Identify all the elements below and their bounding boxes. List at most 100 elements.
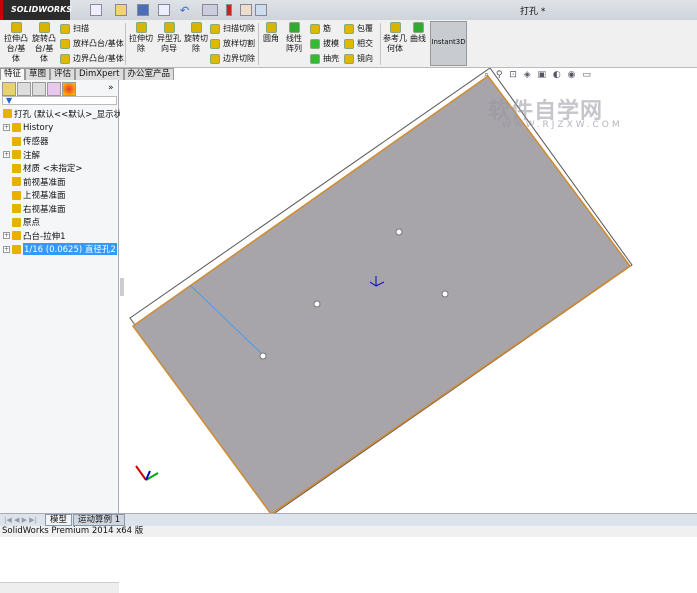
tree-item[interactable]: + 凸台-拉伸1 [3, 229, 65, 242]
property-manager-tab-icon[interactable] [17, 82, 31, 96]
window-title: 打孔 * [520, 7, 546, 17]
status-bar: SolidWorks Premium 2014 x64 版 [0, 526, 697, 537]
tree-item[interactable]: 右视基准面 [3, 202, 66, 215]
hole-wizard-button[interactable]: 异型孔向导 [156, 22, 182, 54]
undo-icon[interactable]: ↶ [180, 4, 192, 17]
heads-up-view-toolbar[interactable]: ⌕ ⚲ ⊡ ◈ ▣ ◐ ◉ ▭ [484, 70, 593, 80]
tree-item[interactable]: + 注解 [3, 148, 40, 161]
feature-icon [12, 190, 21, 200]
tree-item[interactable]: +1/16 (0.0625) 直径孔2 [3, 243, 117, 256]
wrap-button[interactable]: 包覆 [344, 23, 373, 34]
instant3d-button[interactable]: Instant3D [430, 21, 467, 66]
draft-button[interactable]: 拔模 [310, 38, 339, 49]
tab-evaluate[interactable]: 评估 [50, 68, 76, 80]
print-icon[interactable] [158, 4, 170, 16]
save-icon[interactable] [137, 4, 149, 16]
extrude-boss-button[interactable]: 拉伸凸台/基体 [3, 22, 29, 64]
triad-axes-icon [135, 465, 159, 481]
revolve-boss-button[interactable]: 旋转凸台/基体 [31, 22, 57, 64]
label: 原点 [23, 218, 41, 228]
feature-icon [12, 217, 21, 227]
linear-pattern-button[interactable]: 线性阵列 [283, 22, 305, 54]
feature-icon [12, 204, 21, 213]
configuration-tab-icon[interactable] [32, 82, 46, 96]
tree-item[interactable]: 原点 [3, 216, 40, 229]
hole-point[interactable] [259, 352, 267, 360]
tab-motion-study[interactable]: 运动算例 1 [73, 514, 126, 526]
reference-geometry-button[interactable]: 参考几何体 [383, 22, 407, 54]
tree-root[interactable]: 打孔 (默认<<默认>_显示状态 [3, 107, 131, 120]
dimxpert-tab-icon[interactable] [47, 82, 61, 96]
label: 打孔 (默认<<默认>_显示状态 [14, 109, 131, 120]
label: 镜向 [357, 54, 373, 63]
hole-point[interactable] [313, 300, 321, 308]
curves-button[interactable]: 曲线 [409, 22, 427, 44]
expand-icon[interactable]: + [3, 245, 10, 253]
tab-model[interactable]: 模型 [45, 514, 73, 526]
label: 前视基准面 [23, 177, 66, 188]
panel-splitter[interactable] [120, 278, 124, 296]
label: History [23, 122, 54, 133]
extrude-cut-button[interactable]: 拉伸切除 [128, 22, 154, 54]
expand-icon[interactable]: + [3, 151, 10, 158]
sweep-cut-button[interactable]: 扫描切除 [210, 23, 255, 34]
file-properties-icon[interactable] [240, 4, 252, 16]
tab-nav-arrows[interactable]: |◀ ◀ ▶ ▶| [4, 516, 44, 524]
hole-point[interactable] [441, 290, 449, 298]
display-manager-tab-icon[interactable] [62, 82, 76, 96]
tab-features[interactable]: 特征 [0, 68, 26, 80]
mirror-button[interactable]: 镜向 [344, 53, 373, 64]
horizontal-scrollbar[interactable] [0, 582, 119, 593]
label: 相交 [357, 39, 373, 48]
bottom-tabs: |◀ ◀ ▶ ▶| 模型 运动算例 1 [0, 513, 697, 526]
rebuild-icon[interactable] [226, 4, 232, 16]
label: 右视基准面 [23, 204, 66, 215]
label: 边界切除 [223, 54, 255, 63]
label: 线性阵列 [286, 34, 302, 53]
separator [125, 23, 126, 65]
revolve-cut-button[interactable]: 旋转切除 [184, 22, 208, 54]
intersect-button[interactable]: 相交 [344, 38, 373, 49]
feature-icon [12, 177, 21, 186]
tab-dimxpert[interactable]: DimXpert [75, 68, 124, 80]
label: 旋转凸台/基体 [32, 34, 56, 63]
graphics-viewport[interactable] [120, 68, 697, 513]
options-icon[interactable] [255, 4, 267, 16]
part-icon [3, 109, 12, 118]
tree-item[interactable]: + History [3, 121, 53, 134]
open-folder-icon[interactable] [115, 4, 127, 16]
loft-cut-button[interactable]: 放样切割 [210, 38, 255, 49]
filter-input[interactable]: ▼ [2, 96, 117, 105]
part-model[interactable] [120, 68, 697, 513]
expand-icon[interactable]: + [3, 124, 10, 131]
sweep-button[interactable]: 扫描 [60, 23, 89, 34]
loft-button[interactable]: 放样凸台/基体 [60, 38, 124, 49]
tree-item[interactable]: 传感器 [3, 135, 49, 148]
fillet-button[interactable]: 圆角 [262, 22, 280, 44]
feature-tree-tab-icon[interactable] [2, 82, 16, 96]
tab-sketch[interactable]: 草图 [25, 68, 51, 80]
tree-item[interactable]: 材质 <未指定> [3, 162, 82, 175]
boundary-cut-button[interactable]: 边界切除 [210, 53, 255, 64]
expand-icon[interactable]: + [3, 232, 10, 239]
tree-item[interactable]: 上视基准面 [3, 189, 66, 202]
shell-button[interactable]: 抽壳 [310, 53, 339, 64]
command-manager: 拉伸凸台/基体 旋转凸台/基体 扫描 放样凸台/基体 边界凸台/基体 拉伸切除 … [0, 20, 697, 68]
label: 凸台-拉伸1 [23, 231, 66, 242]
label: 曲线 [410, 34, 426, 43]
label: 参考几何体 [383, 34, 407, 53]
solidworks-logo: SOLIDWORKS [0, 0, 72, 20]
rib-button[interactable]: 筋 [310, 23, 331, 34]
label: 扫描 [73, 24, 89, 33]
label: 圆角 [263, 34, 279, 43]
boundary-boss-button[interactable]: 边界凸台/基体 [60, 53, 124, 64]
hole-point[interactable] [395, 228, 403, 236]
separator [258, 23, 259, 65]
plate-face[interactable] [131, 74, 632, 513]
tab-office-products[interactable]: 办公室产品 [123, 68, 175, 80]
new-file-icon[interactable] [90, 4, 102, 16]
tree-item[interactable]: 前视基准面 [3, 175, 66, 188]
select-icon[interactable] [202, 4, 218, 16]
label: 上视基准面 [23, 191, 66, 201]
expand-icon[interactable]: » [108, 83, 114, 93]
